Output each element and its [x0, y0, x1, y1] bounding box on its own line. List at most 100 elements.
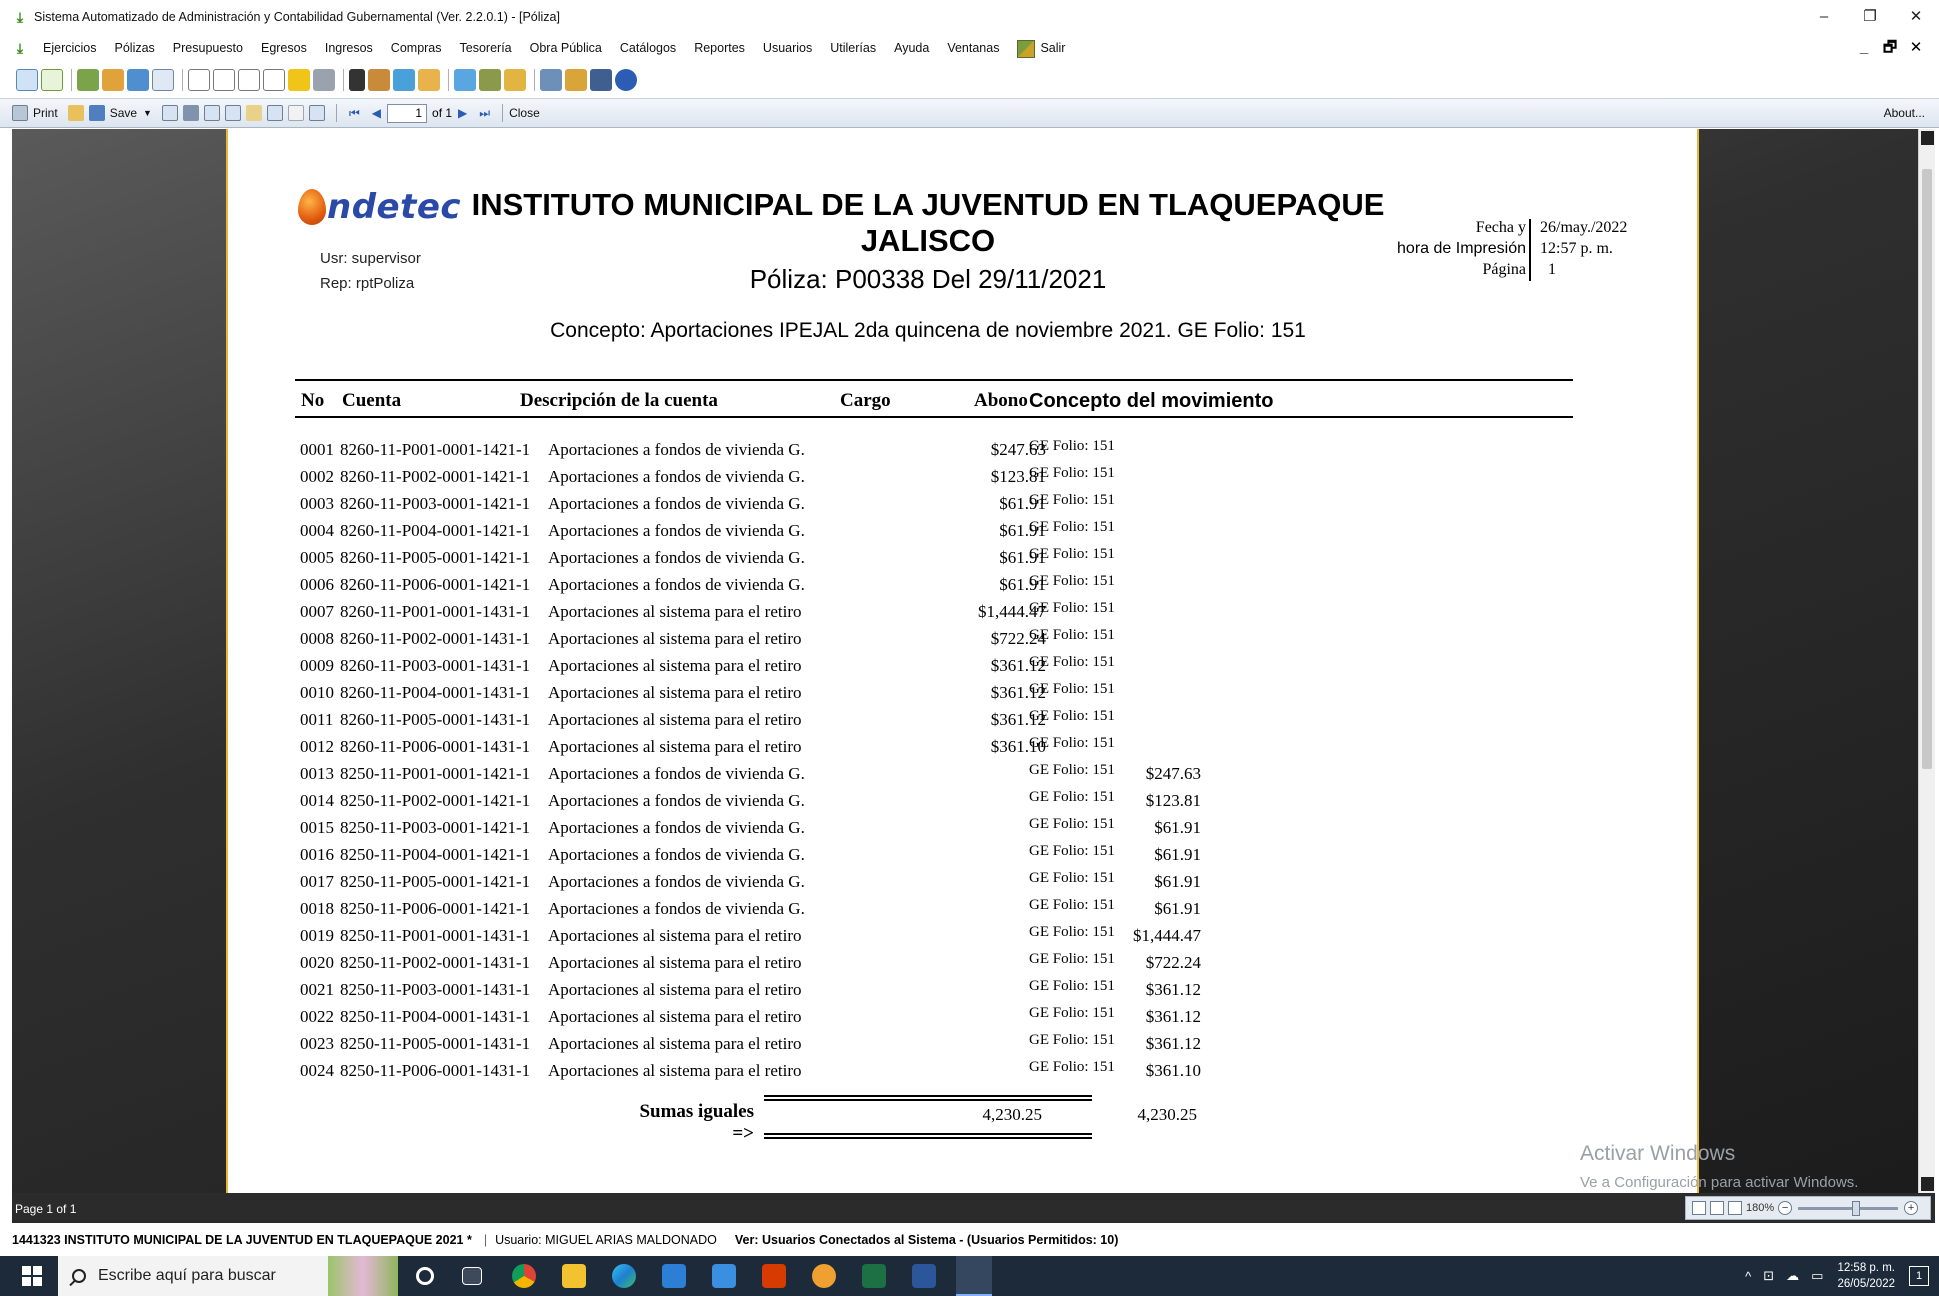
refresh-icon[interactable] [16, 69, 38, 91]
menu-ventanas[interactable]: Ventanas [938, 34, 1008, 62]
display-icon[interactable]: ▭ [1811, 1268, 1823, 1284]
chevron-up-icon[interactable]: ^ [1745, 1269, 1751, 1284]
excel-icon[interactable] [862, 1264, 886, 1288]
store-icon[interactable] [662, 1264, 686, 1288]
menu-obra-publica[interactable]: Obra Pública [521, 34, 611, 62]
zoom-slider[interactable] [1798, 1200, 1899, 1216]
copy-icon[interactable] [266, 105, 283, 121]
multi-page-icon[interactable] [1728, 1201, 1742, 1215]
help-icon[interactable] [615, 69, 637, 91]
grid-icon[interactable] [152, 69, 174, 91]
cortana-icon[interactable] [416, 1267, 434, 1285]
page-number-input[interactable]: 1 [387, 103, 428, 123]
menu-egresos[interactable]: Egresos [252, 34, 316, 62]
toolbar-separator [71, 69, 72, 91]
tools-icon[interactable] [479, 69, 501, 91]
menu-usuarios[interactable]: Usuarios [754, 34, 821, 62]
find-icon[interactable] [182, 105, 199, 121]
box-icon[interactable] [418, 69, 440, 91]
menu-reportes[interactable]: Reportes [685, 34, 754, 62]
page-setup-icon[interactable] [203, 105, 220, 121]
c-form-icon[interactable] [188, 69, 210, 91]
windows-start-icon[interactable] [22, 1266, 42, 1286]
chrome-icon[interactable] [512, 1264, 536, 1288]
clipboard-icon[interactable] [349, 69, 365, 91]
single-page-icon[interactable] [1692, 1201, 1706, 1215]
menu-compras[interactable]: Compras [382, 34, 451, 62]
cell-concepto: GE Folio: 151 [1029, 843, 1115, 859]
save-button[interactable]: Save ▼ [88, 105, 152, 121]
minimize-button[interactable]: – [1801, 0, 1847, 34]
notes-icon[interactable] [454, 69, 476, 91]
email-icon[interactable] [161, 105, 178, 121]
mdi-close-button[interactable]: ✕ [1903, 34, 1929, 62]
gear-icon[interactable] [565, 69, 587, 91]
saacg-taskbar-icon[interactable] [956, 1256, 992, 1296]
about-button[interactable]: About... [1884, 99, 1925, 127]
open-icon[interactable] [67, 105, 84, 121]
menu-ejercicios[interactable]: Ejercicios [34, 34, 106, 62]
menu-utilerias[interactable]: Utilerías [821, 34, 885, 62]
cell-concepto: GE Folio: 151 [1029, 654, 1115, 670]
next-page-button[interactable]: ▶ [458, 106, 467, 120]
p-form-icon[interactable] [263, 69, 285, 91]
export-icon[interactable] [224, 105, 241, 121]
printer-icon[interactable] [313, 69, 335, 91]
chevron-down-icon[interactable]: ▼ [143, 108, 152, 118]
tag-icon[interactable] [504, 69, 526, 91]
notifications-icon[interactable]: 1 [1909, 1266, 1929, 1286]
zoom-in-icon[interactable]: + [1904, 1201, 1919, 1215]
word-icon[interactable] [912, 1264, 936, 1288]
task-view-icon[interactable] [462, 1267, 482, 1285]
first-page-button[interactable]: ⏮ [349, 106, 360, 121]
office-icon[interactable] [762, 1264, 786, 1288]
database-icon[interactable] [590, 69, 612, 91]
menu-catalogos[interactable]: Catálogos [611, 34, 685, 62]
cloud-icon[interactable]: ☁ [1786, 1268, 1799, 1284]
layout-icon[interactable] [308, 105, 325, 121]
menu-ayuda[interactable]: Ayuda [885, 34, 938, 62]
report-icon[interactable] [127, 69, 149, 91]
zoom-out-icon[interactable]: − [1778, 1201, 1793, 1215]
scroll-up-arrow-icon[interactable] [1921, 131, 1934, 145]
chart-icon[interactable] [393, 69, 415, 91]
menu-salir[interactable]: Salir [1008, 34, 1074, 62]
mdi-restore-button[interactable]: 🗗 [1877, 34, 1903, 62]
save-label: Save [109, 106, 138, 120]
network-icon[interactable]: ⊡ [1763, 1268, 1774, 1284]
mail-icon[interactable] [712, 1264, 736, 1288]
taskbar-clock[interactable]: 12:58 p. m. 26/05/2022 [1837, 1260, 1895, 1292]
brave-icon[interactable] [812, 1264, 836, 1288]
file-explorer-icon[interactable] [562, 1264, 586, 1288]
menu-tesoreria[interactable]: Tesorería [451, 34, 521, 62]
edit-icon[interactable] [368, 69, 390, 91]
d-form-icon[interactable] [213, 69, 235, 91]
document-icon[interactable] [41, 69, 63, 91]
restore-button[interactable]: ❐ [1847, 0, 1893, 34]
menu-app-icon[interactable]: ⤓ [12, 40, 28, 56]
transfer-icon[interactable] [102, 69, 124, 91]
e-form-icon[interactable] [238, 69, 260, 91]
pointer-icon[interactable] [287, 105, 304, 121]
last-page-button[interactable]: ⏭ [479, 106, 490, 121]
edit-page-icon[interactable] [245, 105, 262, 121]
print-button[interactable]: Print [12, 105, 58, 121]
scrollbar-thumb[interactable] [1922, 169, 1932, 769]
tree-icon[interactable] [540, 69, 562, 91]
users-icon[interactable] [77, 69, 99, 91]
prev-page-button[interactable]: ◀ [372, 106, 381, 120]
edge-icon[interactable] [612, 1264, 636, 1288]
menu-presupuesto[interactable]: Presupuesto [164, 34, 252, 62]
print-preview-icon[interactable] [288, 69, 310, 91]
vertical-scrollbar[interactable] [1918, 129, 1935, 1193]
two-page-icon[interactable] [1710, 1201, 1724, 1215]
close-window-button[interactable]: ✕ [1893, 0, 1939, 34]
mdi-minimize-button[interactable]: _ [1851, 34, 1877, 62]
scroll-down-arrow-icon[interactable] [1921, 1177, 1934, 1191]
menu-polizas[interactable]: Pólizas [106, 34, 164, 62]
menu-ingresos[interactable]: Ingresos [316, 34, 382, 62]
close-report-button[interactable]: Close [509, 106, 540, 120]
taskbar-search[interactable]: Escribe aquí para buscar [58, 1256, 398, 1296]
zoom-slider-knob[interactable] [1852, 1200, 1861, 1216]
connected-users-link[interactable]: Ver: Usuarios Conectados al Sistema - (U… [735, 1233, 1118, 1247]
